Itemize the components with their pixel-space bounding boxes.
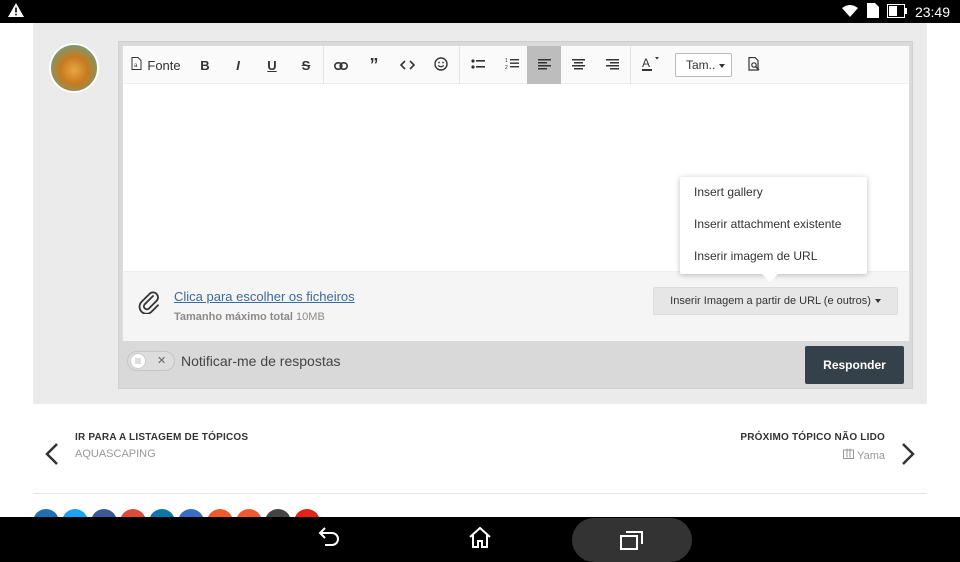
system-nav-bar [0, 517, 960, 562]
next-topic-heading: PRÓXIMO TÓPICO NÃO LIDO [740, 432, 885, 443]
align-center-icon [571, 58, 585, 73]
share-button[interactable] [265, 509, 291, 517]
preview-button[interactable] [739, 46, 769, 84]
font-button[interactable]: a Fonte [131, 46, 181, 84]
svg-text:A: A [642, 56, 650, 70]
share-button[interactable] [91, 509, 117, 517]
page-content: a Fonte B I U S ” 1 2 A Tam.. Clica para… [0, 23, 960, 517]
italic-button[interactable]: I [223, 46, 253, 84]
toolbar-separator [630, 46, 631, 84]
italic-icon: I [236, 57, 240, 73]
home-icon [468, 526, 492, 553]
editor-toolbar: a Fonte B I U S ” 1 2 A Tam.. [123, 46, 909, 84]
status-bar: 23:49 [0, 0, 960, 23]
strikethrough-icon: S [301, 57, 311, 73]
align-center-button[interactable] [561, 46, 595, 84]
attachment-bar: Clica para escolher os ficheiros Tamanho… [123, 271, 909, 341]
notify-toggle-row: ✕ Notificar-me de respostas [127, 351, 341, 371]
svg-text:1: 1 [505, 58, 508, 64]
chevron-down-icon [719, 64, 725, 68]
share-button[interactable] [236, 509, 262, 517]
link-button[interactable] [325, 46, 357, 84]
close-icon: ✕ [157, 355, 167, 367]
dropdown-arrow [762, 274, 778, 282]
battery-icon [886, 3, 907, 21]
bullet-list-icon [471, 58, 485, 73]
toggle-knob [130, 353, 146, 369]
forum-icon [843, 448, 857, 462]
chevron-right-icon [901, 442, 915, 471]
chevron-left-icon [45, 442, 59, 471]
prev-topic-link[interactable]: IR PARA A LISTAGEM DE TÓPICOS AQUASCAPIN… [45, 432, 249, 465]
reply-area: a Fonte B I U S ” 1 2 A Tam.. Clica para… [33, 23, 927, 404]
text-color-button[interactable]: A [633, 46, 667, 84]
max-size-info: Tamanho máximo total 10MB [174, 311, 325, 323]
reply-button[interactable]: Responder [805, 346, 904, 384]
share-button[interactable] [207, 509, 233, 517]
source-icon: a [131, 57, 142, 73]
font-size-select[interactable]: Tam.. [675, 53, 732, 77]
insert-image-url-button[interactable]: Inserir Imagem a partir de URL (e outros… [653, 287, 898, 315]
align-right-button[interactable] [595, 46, 629, 84]
back-button[interactable] [308, 517, 348, 562]
code-button[interactable] [391, 46, 423, 84]
back-icon [316, 527, 340, 552]
text-color-icon: A [641, 56, 659, 75]
sim-icon [866, 3, 879, 21]
link-icon [334, 58, 348, 73]
prev-topic-sub: AQUASCAPING [75, 448, 156, 460]
prev-topic-heading: IR PARA A LISTAGEM DE TÓPICOS [75, 432, 249, 443]
menu-item-insert-gallery[interactable]: Insert gallery [694, 185, 763, 199]
numbered-list-icon: 12 [505, 57, 519, 73]
emoji-button[interactable] [425, 46, 457, 84]
bold-icon: B [200, 57, 210, 73]
share-button[interactable] [149, 509, 175, 517]
share-buttons [33, 509, 320, 517]
divider [33, 493, 927, 494]
svg-text:a: a [134, 63, 138, 69]
notify-toggle[interactable]: ✕ [127, 351, 175, 371]
next-topic-link[interactable]: PRÓXIMO TÓPICO NÃO LIDO Yama [740, 432, 915, 465]
smiley-icon [434, 56, 448, 74]
align-right-icon [605, 58, 619, 73]
align-left-icon [537, 58, 551, 73]
home-button[interactable] [460, 517, 500, 562]
chevron-down-icon [874, 299, 881, 303]
clock: 23:49 [914, 4, 950, 20]
recents-button[interactable] [572, 518, 692, 562]
toolbar-separator [323, 46, 324, 84]
svg-text:2: 2 [505, 65, 508, 70]
recents-icon [620, 530, 644, 555]
share-button[interactable] [33, 509, 59, 517]
menu-item-insert-existing-attachment[interactable]: Inserir attachment existente [694, 217, 841, 231]
numbered-list-button[interactable]: 12 [495, 46, 529, 84]
notify-label: Notificar-me de respostas [181, 353, 341, 369]
share-button[interactable] [62, 509, 88, 517]
bullet-list-button[interactable] [461, 46, 495, 84]
quote-button[interactable]: ” [358, 46, 390, 84]
quote-icon: ” [369, 54, 379, 75]
share-button[interactable] [178, 509, 204, 517]
menu-item-insert-image-url[interactable]: Inserir imagem de URL [694, 249, 817, 263]
preview-icon [747, 56, 761, 74]
warning-icon [8, 3, 24, 20]
bold-button[interactable]: B [190, 46, 220, 84]
align-left-button[interactable] [527, 46, 561, 84]
insert-dropdown-menu: Insert gallery Inserir attachment existe… [680, 177, 867, 282]
toolbar-separator [459, 46, 460, 84]
strikethrough-button[interactable]: S [291, 46, 321, 84]
share-button[interactable] [120, 509, 146, 517]
choose-files-link[interactable]: Clica para escolher os ficheiros [174, 289, 355, 304]
share-button[interactable] [294, 509, 320, 517]
paperclip-icon [137, 290, 161, 319]
next-topic-sub: Yama [740, 448, 885, 462]
underline-icon: U [267, 57, 277, 73]
code-icon [399, 58, 415, 73]
underline-button[interactable]: U [257, 46, 287, 84]
avatar[interactable] [49, 43, 99, 93]
wifi-icon [841, 4, 859, 21]
